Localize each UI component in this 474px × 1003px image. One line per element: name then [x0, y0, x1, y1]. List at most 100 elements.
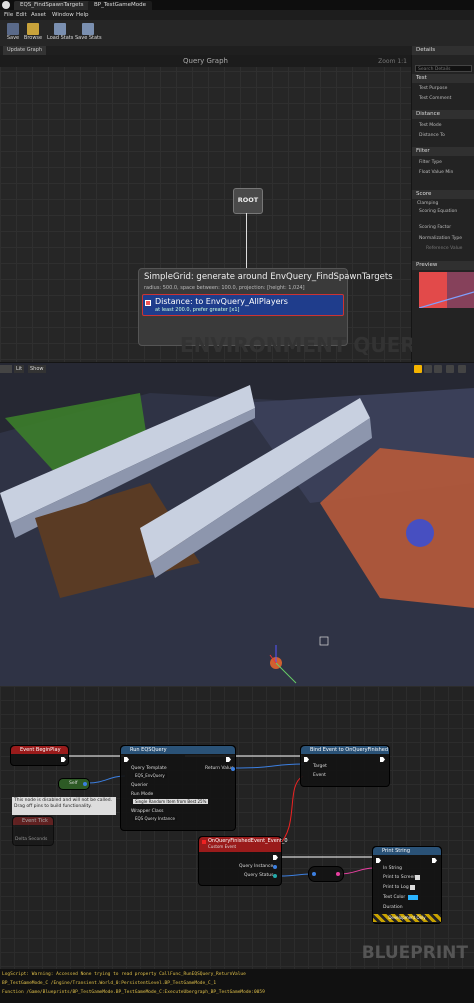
test-params: at least 200.0, prefer greater [x1] — [155, 307, 240, 313]
test-enabled-checkbox[interactable] — [145, 300, 151, 306]
pin-text-color-label: Text Color — [383, 895, 406, 900]
pin-in-string-label: In String — [383, 866, 403, 871]
zoom-label: Zoom 1:1 — [378, 58, 407, 65]
pin-delta-seconds-label: Delta Seconds — [15, 837, 48, 842]
query-graph-panel[interactable]: Query Graph Zoom 1:1 ROOT SimpleGrid: ge… — [0, 55, 429, 362]
view-mode-lit-button[interactable]: Lit — [14, 365, 25, 373]
show-flags-button[interactable]: Show — [28, 365, 46, 373]
camera-speed-icon[interactable] — [458, 365, 466, 373]
distance-test-node[interactable]: Distance: to EnvQuery_AllPlayers at leas… — [142, 294, 344, 316]
save-stats-button[interactable]: Save Stats — [75, 22, 102, 44]
load-stats-button[interactable]: Load Stats — [47, 22, 73, 44]
menu-edit[interactable]: Edit — [16, 10, 27, 20]
details-panel: Details Search Details Test Test Purpose… — [412, 46, 474, 362]
custom-event-subtitle: Custom Event — [208, 844, 237, 849]
exec-out-pin[interactable] — [380, 757, 385, 762]
root-node[interactable]: ROOT — [233, 188, 263, 214]
update-graph-tab-strip: Update Graph — [0, 46, 474, 55]
rotate-tool-icon[interactable] — [424, 365, 432, 373]
event-tick-node[interactable]: Event Tick Delta Seconds — [12, 816, 54, 846]
output-log: LogScript: Warning: Accessed None trying… — [0, 969, 474, 1003]
prop-test-comment: Test Comment — [419, 96, 452, 101]
root-connection-wire — [246, 213, 247, 273]
menu-window[interactable]: Window — [52, 10, 74, 20]
menu-file[interactable]: File — [4, 10, 13, 20]
query-template-dropdown[interactable]: EQS_EnvQuery — [133, 773, 167, 778]
bind-event-node[interactable]: Bind Event to OnQueryFinished Target Eve… — [300, 745, 390, 787]
browse-button[interactable]: Browse — [20, 22, 46, 44]
prop-scoring-equation: Scoring Equation — [419, 209, 458, 214]
prop-distance-to: Distance To — [419, 133, 445, 138]
print-to-log-checkbox[interactable] — [410, 885, 415, 890]
query-instance-pin[interactable] — [273, 865, 277, 869]
bind-event-title: Bind Event to OnQueryFinished — [301, 746, 389, 754]
tab-eqs-asset[interactable]: EQS_FindSpawnTargets — [14, 1, 90, 10]
event-tick-title: Event Tick — [13, 817, 53, 825]
conversion-in-pin[interactable] — [312, 872, 316, 876]
exec-in-pin[interactable] — [124, 757, 129, 762]
pin-query-template-label: Query Template — [131, 766, 167, 771]
prop-test-mode: Test Mode — [419, 123, 442, 128]
pin-querier-label: Querier — [131, 783, 148, 788]
details-tab[interactable]: Details — [412, 46, 474, 55]
scale-tool-icon[interactable] — [434, 365, 442, 373]
run-eqs-title: Run EQSQuery — [121, 746, 235, 754]
save-icon — [7, 23, 19, 35]
exec-out-pin[interactable] — [61, 757, 66, 762]
scoring-preview-graph — [419, 272, 474, 308]
query-status-pin[interactable] — [273, 874, 277, 878]
pin-query-instance-label: Query Instance — [239, 864, 274, 869]
prop-filter-type: Filter Type — [419, 160, 442, 165]
print-string-node[interactable]: Print String In String Print to Screen P… — [372, 846, 442, 924]
section-preview-header[interactable]: Preview — [412, 261, 474, 270]
delegate-out-pin[interactable] — [202, 840, 206, 844]
blueprint-event-graph[interactable]: Event BeginPlay Self Run EQSQuery Query … — [0, 686, 474, 969]
self-reference-node[interactable]: Self — [58, 778, 90, 790]
exec-out-pin[interactable] — [273, 855, 278, 860]
generator-title: SimpleGrid: generate around EnvQuery_Fin… — [144, 272, 393, 282]
exec-out-pin[interactable] — [432, 858, 437, 863]
event-beginplay-node[interactable]: Event BeginPlay — [10, 745, 69, 766]
section-test-header[interactable]: Test — [412, 74, 474, 83]
custom-event-title: OnQueryFinishedEvent_Event_0 Custom Even… — [199, 837, 288, 852]
pin-event-label: Event — [313, 773, 326, 778]
custom-event-node[interactable]: OnQueryFinishedEvent_Event_0 Custom Even… — [198, 836, 288, 886]
exec-in-pin[interactable] — [376, 858, 381, 863]
conversion-out-pin[interactable] — [336, 872, 340, 876]
run-mode-dropdown[interactable]: Single Random Item from Best 25% — [133, 799, 209, 804]
pin-print-to-log-label: Print to Log — [383, 885, 409, 890]
section-filter-header[interactable]: Filter — [412, 147, 474, 156]
toolbar: Save Browse Load Stats Save Stats — [0, 20, 474, 47]
section-score-header[interactable]: Score — [412, 190, 474, 199]
conversion-node[interactable] — [308, 866, 344, 882]
menu-help[interactable]: Help — [76, 10, 89, 20]
wrapper-class-dropdown[interactable]: EQS Query Instance — [133, 816, 177, 821]
preview-curve — [419, 272, 474, 308]
exec-out-pin[interactable] — [226, 757, 231, 762]
viewport-scene — [0, 363, 474, 686]
browse-label: Browse — [23, 35, 43, 41]
tab-blueprint-asset[interactable]: BP_TestGameMode — [88, 1, 153, 10]
prop-normalization-type: Normalization Type — [419, 236, 463, 241]
text-color-swatch[interactable] — [408, 895, 418, 900]
return-value-pin[interactable] — [231, 767, 235, 771]
details-search-input[interactable]: Search Details — [415, 65, 472, 72]
pin-run-mode-label: Run Mode — [131, 792, 154, 797]
print-to-screen-checkbox[interactable] — [415, 875, 420, 880]
folder-icon — [27, 23, 39, 35]
viewport-options-button[interactable] — [0, 365, 12, 373]
query-graph-title: Query Graph — [0, 55, 411, 67]
section-distance-header[interactable]: Distance — [412, 110, 474, 119]
tab-update-graph[interactable]: Update Graph — [3, 46, 47, 55]
test-title: Distance: to EnvQuery_AllPlayers — [155, 297, 288, 306]
prop-float-value-min: Float Value Min — [419, 170, 454, 175]
exec-in-pin[interactable] — [304, 757, 309, 762]
run-eqs-query-node[interactable]: Run EQSQuery Query Template EQS_EnvQuery… — [120, 745, 236, 831]
pin-print-to-screen-label: Print to Screen — [383, 875, 417, 880]
grid-snap-icon[interactable] — [446, 365, 454, 373]
level-viewport[interactable]: Lit Show — [0, 363, 474, 686]
self-out-pin[interactable] — [83, 782, 87, 786]
menu-asset[interactable]: Asset — [31, 10, 46, 20]
self-label: Self — [69, 781, 78, 786]
translate-tool-icon[interactable] — [414, 365, 422, 373]
